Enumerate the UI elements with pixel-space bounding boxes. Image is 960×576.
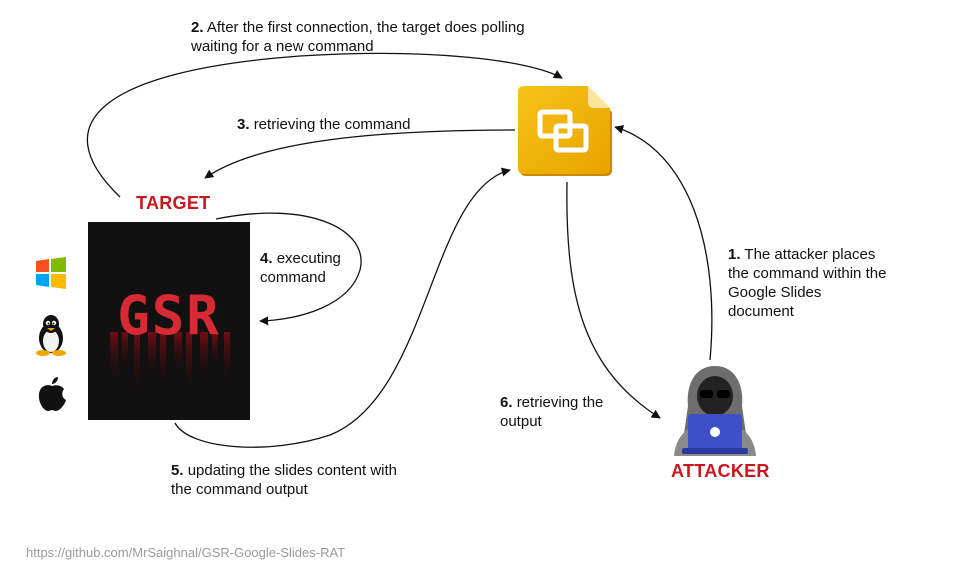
linux-icon — [34, 314, 68, 361]
step-6-text: retrieving the output — [500, 394, 604, 430]
step-3-label: 3. retrieving the command — [237, 115, 410, 134]
gsr-logo-text: GSR — [117, 284, 221, 347]
step-5-text: updating the slides content with the com… — [171, 462, 397, 498]
step-1-text: The attacker places the command within t… — [728, 246, 887, 320]
step-4-text: executing command — [260, 250, 341, 286]
arrow-step-1 — [614, 125, 713, 361]
attacker-title: ATTACKER — [671, 461, 770, 481]
footer-url: https://github.com/MrSaighnal/GSR-Google… — [26, 545, 346, 560]
step-3-text: retrieving the command — [253, 116, 411, 133]
apple-icon — [36, 376, 68, 417]
step-4-label: 4. executing command — [260, 249, 341, 287]
step-1-number: 1. — [728, 246, 741, 263]
step-3-number: 3. — [237, 116, 250, 133]
step-4-number: 4. — [260, 250, 273, 267]
target-title: TARGET — [136, 193, 211, 213]
step-2-text: After the first connection, the target d… — [191, 19, 525, 55]
windows-icon — [36, 257, 66, 294]
step-2-label: 2. After the first connection, the targe… — [191, 18, 525, 56]
arrow-step-6 — [566, 181, 661, 419]
step-6-number: 6. — [500, 394, 513, 411]
step-5-label: 5. updating the slides content with the … — [171, 461, 397, 499]
gsr-logo: GSR — [88, 222, 250, 420]
step-6-label: 6. retrieving the output — [500, 393, 603, 431]
hacker-icon — [670, 364, 760, 461]
step-2-number: 2. — [191, 19, 204, 36]
google-slides-icon — [518, 86, 614, 183]
step-1-label: 1. The attacker places the command withi… — [728, 245, 886, 321]
step-5-number: 5. — [171, 462, 184, 479]
arrow-step-3 — [204, 129, 516, 179]
